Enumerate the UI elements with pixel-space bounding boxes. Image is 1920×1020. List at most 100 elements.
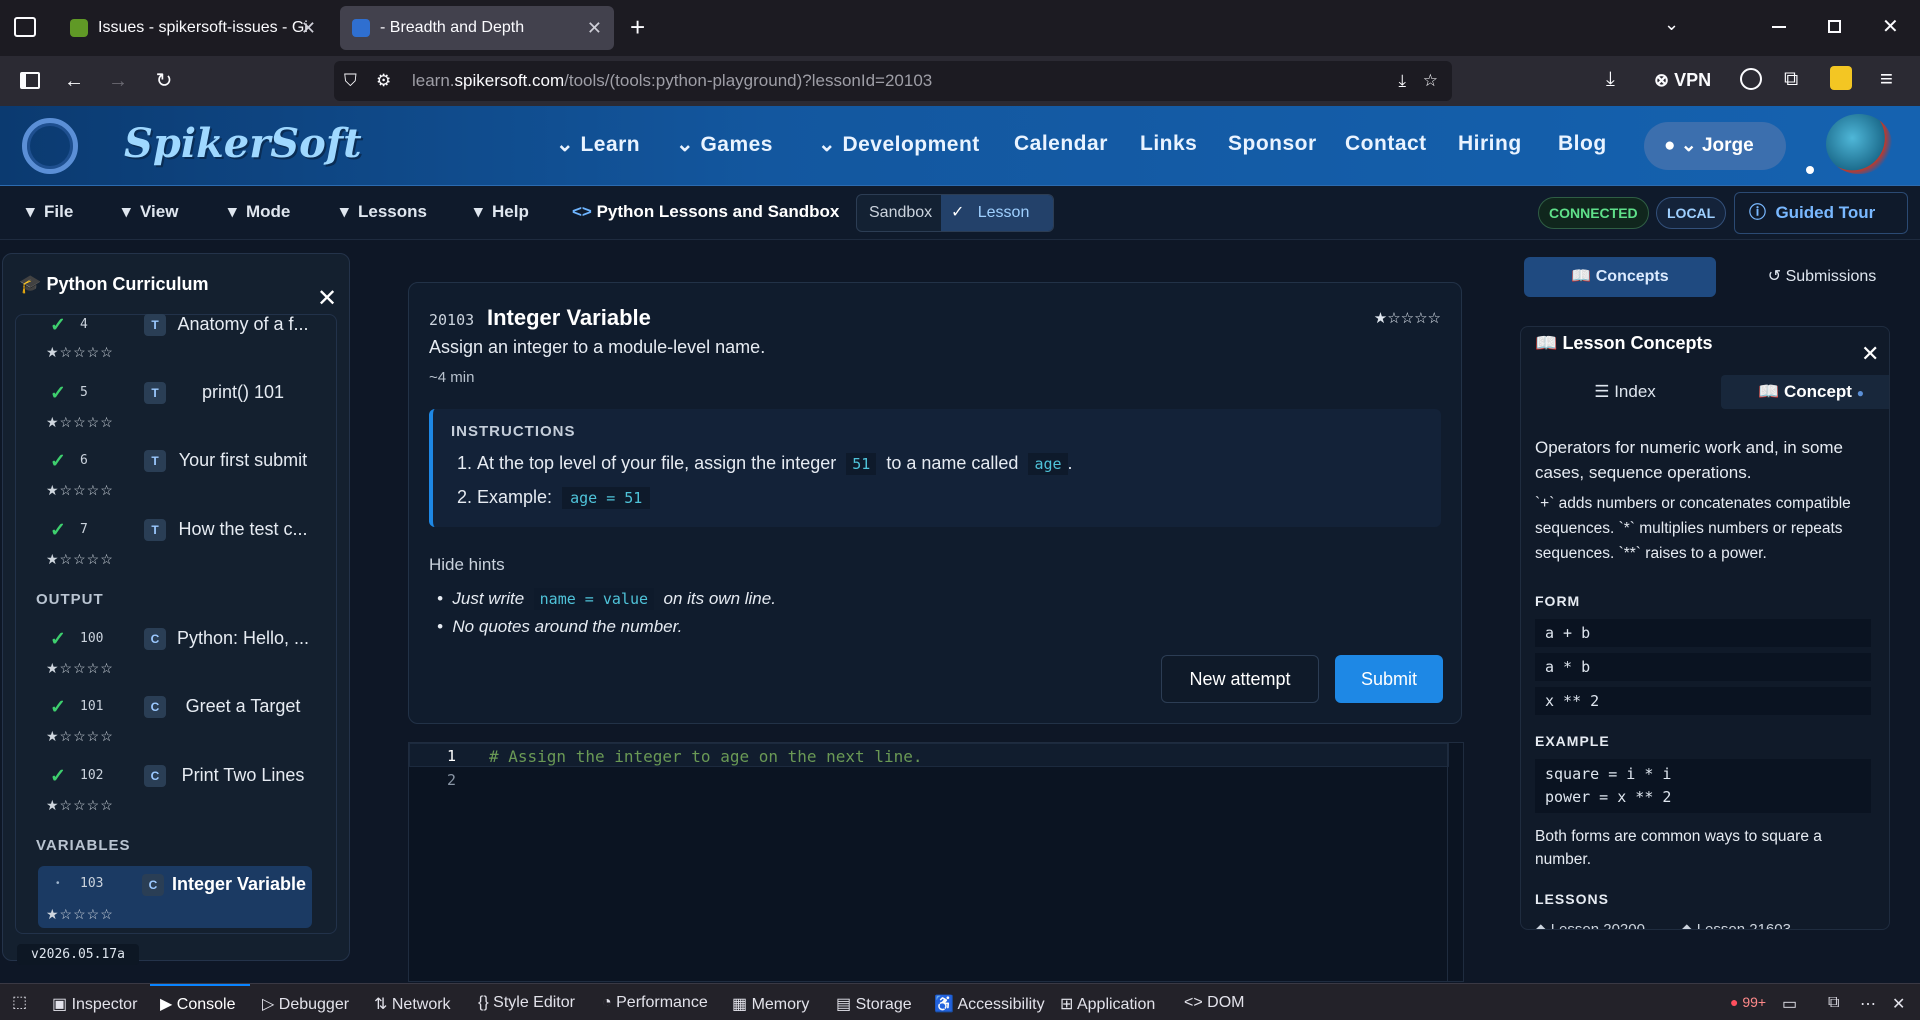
user-menu-button[interactable]: ● ⌄ Jorge [1644,122,1786,170]
vpn-button[interactable]: ⊗ VPN [1654,70,1711,91]
guided-tour-button[interactable]: ⓘ Guided Tour [1734,192,1908,234]
chevron-down-icon[interactable]: ⌄ [1664,14,1679,35]
devtools-tab-inspector[interactable]: ▣ Inspector [52,994,137,1014]
list-item[interactable]: ✓ 6 T Your first submit ★☆☆☆☆ [36,450,312,500]
nav-learn[interactable]: ⌄ Learn [556,132,640,157]
close-icon[interactable]: ✕ [587,18,602,39]
devtools-tab-application[interactable]: ⊞ Application [1060,994,1155,1014]
list-item[interactable]: ✓ 4 T Anatomy of a f... ★☆☆☆☆ [36,314,312,364]
devtools-tab-storage[interactable]: ▤ Storage [836,994,912,1014]
tab-title: Issues - spikersoft-issues - Gitea [98,19,308,36]
devtools-tab-console[interactable]: ▶ Console [160,994,235,1014]
nav-games[interactable]: ⌄ Games [676,132,773,157]
sidebar-icon[interactable] [16,67,44,95]
tab-concepts[interactable]: 📖 Concepts [1524,257,1716,297]
menu-mode[interactable]: ▾ Mode [228,202,290,222]
nav-contact[interactable]: Contact [1345,132,1427,156]
status-badge-local: LOCAL [1656,197,1727,229]
browser-tab-gitea[interactable]: Issues - spikersoft-issues - Gitea ✕ [58,6,328,50]
mascot-avatar[interactable] [1826,114,1892,174]
status-badge-connected: CONNECTED [1538,197,1649,229]
nav-development[interactable]: ⌄ Development [818,132,980,157]
check-icon: ✓ [50,520,66,541]
list-item[interactable]: ✓ 7 T How the test c... ★☆☆☆☆ [36,519,312,569]
devtools-tab-accessibility[interactable]: ♿ Accessibility [934,994,1045,1014]
save-page-icon[interactable]: ⤓ [1398,61,1406,101]
mode-toggle: Sandbox ✓ Lesson [856,194,1054,232]
instruction-step-2: 2. Example: age = 51 [457,487,651,509]
code-editor[interactable]: 1 2 # Assign the integer to age on the n… [408,742,1464,982]
section-heading: VARIABLES [36,837,131,854]
dock-icon[interactable]: ⧉ [1828,994,1839,1012]
devtools-tab-network[interactable]: ⇅ Network [374,994,451,1014]
devtools-toolbar: ⬚ ▣ Inspector ▶ Console ▷ Debugger ⇅ Net… [0,983,1920,1020]
bookmark-star-icon[interactable]: ☆ [1423,61,1438,101]
url-bar[interactable]: ⛉ ⚙ learn.spikersoft.com/tools/(tools:py… [334,61,1452,101]
reload-icon[interactable]: ↻ [150,67,178,95]
shield-icon[interactable]: ⛉ [344,61,357,101]
more-options-icon[interactable]: ⋯ [1860,994,1876,1014]
nav-hiring[interactable]: Hiring [1458,132,1522,156]
logo-icon[interactable] [22,118,78,174]
nav-sponsor[interactable]: Sponsor [1228,132,1317,156]
new-tab-icon[interactable]: + [630,12,645,43]
tab-list-icon[interactable] [14,17,36,37]
extension-alert-icon[interactable] [1830,66,1852,90]
list-item[interactable]: ✓ 101 C Greet a Target ★☆☆☆☆ [36,696,312,746]
submit-button[interactable]: Submit [1335,655,1443,703]
subtab-concept[interactable]: 📖 Concept ● [1721,375,1889,409]
line-number: 1 [447,747,457,765]
check-icon: ✓ [951,204,965,221]
devtools-tab-style-editor[interactable]: {} Style Editor [478,994,575,1012]
editor-scrollbar[interactable] [1447,743,1463,981]
concepts-panel: 📖 Lesson Concepts ✕ ☰ Index 📖 Concept ● … [1520,326,1890,930]
example-note: Both forms are common ways to square a n… [1535,828,1822,868]
extensions-icon[interactable]: ⧉ [1784,68,1798,91]
list-item[interactable]: ✓ 100 C Python: Hello, ... ★☆☆☆☆ [36,628,312,678]
list-item[interactable]: ✓ 102 C Print Two Lines ★☆☆☆☆ [36,765,312,815]
account-icon[interactable] [1740,68,1762,90]
close-devtools-icon[interactable]: ✕ [1892,994,1905,1014]
downloads-icon[interactable]: ⤓ [1606,68,1615,91]
nav-blog[interactable]: Blog [1558,132,1607,156]
list-item[interactable]: ✓ 5 T print() 101 ★☆☆☆☆ [36,382,312,432]
menu-lessons[interactable]: ▾ Lessons [340,202,427,222]
minimize-icon[interactable] [1772,26,1786,28]
check-icon: ✓ [50,315,66,336]
tab-submissions[interactable]: ↺ Submissions [1726,257,1918,297]
menu-file[interactable]: ▾ File [26,202,73,222]
browser-tab-active[interactable]: - Breadth and Depth ✕ [340,6,614,50]
back-arrow-icon[interactable]: ← [60,67,88,95]
lesson-link-1[interactable]: ◆ Lesson 20200 [1535,917,1645,929]
hide-hints-toggle[interactable]: Hide hints [429,555,505,575]
nav-links[interactable]: Links [1140,132,1197,156]
url-domain: spikersoft.com [454,71,565,90]
error-count-badge[interactable]: ● 99+ [1730,994,1766,1010]
devtools-tab-dom[interactable]: <> DOM [1184,994,1244,1012]
menu-help[interactable]: ▾ Help [474,202,529,222]
close-sidebar-icon[interactable]: ✕ [317,284,337,313]
list-item-active[interactable]: • 103 C Integer Variable ★☆☆☆☆ [38,866,312,928]
menu-icon[interactable]: ≡ [1880,66,1893,92]
menu-view[interactable]: ▾ View [122,202,178,222]
restore-icon[interactable] [1828,20,1841,33]
lesson-link-2[interactable]: ◆ Lesson 21603 [1681,917,1791,929]
devtools-tab-memory[interactable]: ▦ Memory [732,994,809,1014]
nav-calendar[interactable]: Calendar [1014,132,1108,156]
close-panel-icon[interactable]: ✕ [1861,341,1879,367]
element-picker-icon[interactable]: ⬚ [12,992,27,1012]
devtools-tab-performance[interactable]: ◔ Performance [602,994,708,1012]
split-console-icon[interactable]: ▭ [1782,994,1797,1014]
lesson-rating[interactable]: ★☆☆☆☆ [1374,309,1441,327]
mode-sandbox-button[interactable]: Sandbox [869,204,932,222]
devtools-tab-debugger[interactable]: ▷ Debugger [262,994,349,1014]
history-icon: ↺ [1767,268,1782,285]
site-info-icon[interactable]: ⚙ [376,61,391,101]
new-attempt-button[interactable]: New attempt [1161,655,1319,703]
subtab-index[interactable]: ☰ Index [1535,375,1715,409]
mode-lesson-button[interactable]: ✓ Lesson [941,195,1053,231]
brand-logo[interactable]: SpikerSoft [124,120,362,167]
close-window-icon[interactable]: ✕ [1882,14,1899,39]
editor-gutter [409,743,479,981]
close-icon[interactable]: ✕ [301,18,316,39]
